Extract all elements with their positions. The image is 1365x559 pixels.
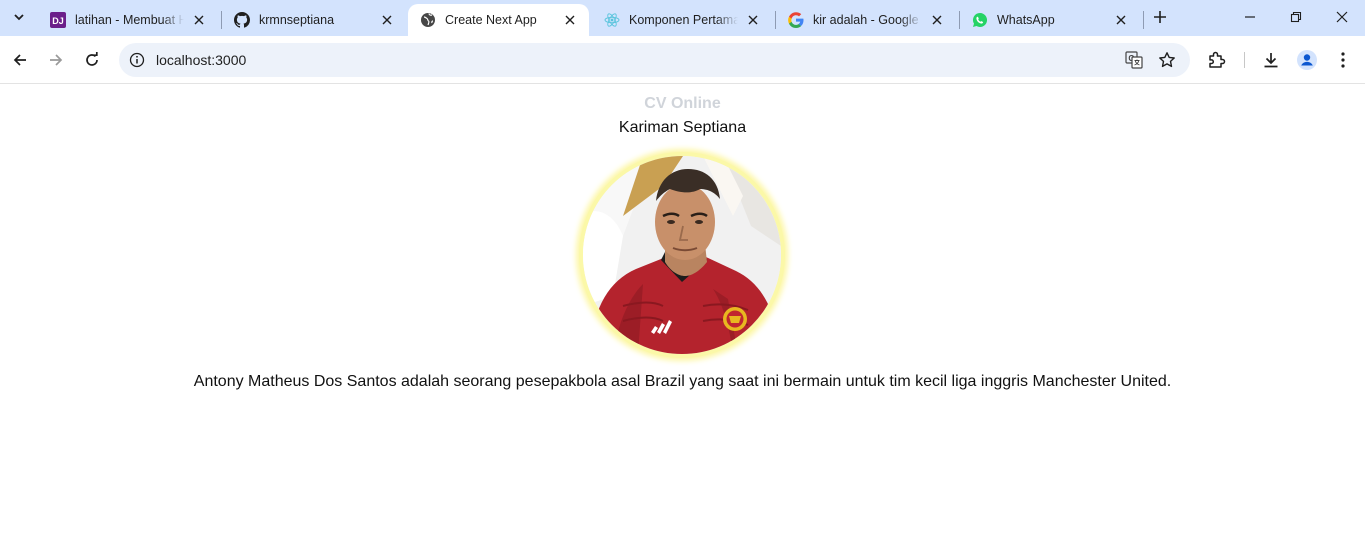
tab-whatsapp[interactable]: WhatsApp [960, 4, 1140, 36]
restore-icon [1290, 11, 1302, 23]
forward-button[interactable] [42, 46, 70, 74]
avatar-icon [1297, 50, 1317, 70]
minimize-icon [1245, 16, 1255, 18]
close-icon [1336, 11, 1348, 23]
download-icon [1264, 53, 1278, 68]
tab-google-search[interactable]: kir adalah - Google S [776, 4, 956, 36]
kebab-menu-icon [1341, 52, 1345, 68]
whatsapp-icon [972, 12, 988, 28]
tab-title: WhatsApp [997, 13, 1055, 27]
bookmark-star-icon[interactable] [1157, 50, 1177, 70]
tab-title: kir adalah - Google S [813, 13, 922, 27]
tab-search-button[interactable] [5, 4, 33, 30]
close-tab-icon[interactable] [190, 11, 208, 29]
browser-toolbar: localhost:3000 G [0, 36, 1365, 84]
close-tab-icon[interactable] [744, 11, 762, 29]
google-icon [788, 12, 804, 28]
reload-button[interactable] [78, 46, 106, 74]
address-bar[interactable]: localhost:3000 G [119, 43, 1190, 77]
puzzle-icon [1209, 51, 1226, 68]
reload-icon [86, 52, 98, 66]
tab-create-next-app[interactable]: Create Next App [408, 4, 589, 36]
extensions-button[interactable] [1205, 48, 1229, 72]
address-text[interactable]: localhost:3000 [156, 52, 246, 68]
new-tab-button[interactable] [1149, 6, 1171, 28]
close-tab-icon[interactable] [1112, 11, 1130, 29]
profile-description: Antony Matheus Dos Santos adalah seorang… [193, 373, 1172, 390]
plus-icon [1154, 11, 1166, 23]
arrow-left-icon [13, 54, 26, 66]
close-window-button[interactable] [1319, 0, 1365, 34]
svg-text:DJ: DJ [52, 16, 64, 26]
menu-button[interactable] [1331, 48, 1355, 72]
tab-title: krmnseptiana [259, 13, 335, 27]
restore-button[interactable] [1273, 0, 1319, 34]
tab-title: Komponen Pertama A [629, 13, 738, 27]
toolbar-separator [1244, 52, 1245, 68]
back-button[interactable] [6, 46, 34, 74]
arrow-right-icon [50, 54, 63, 66]
dj-icon: DJ [50, 12, 66, 28]
tab-komponen[interactable]: Komponen Pertama A [592, 4, 772, 36]
tab-strip: DJ latihan - Membuat He krmnseptiana Cre… [0, 0, 1365, 36]
profile-name: Kariman Septiana [618, 119, 747, 136]
page-content: CV Online Kariman Septiana Antony Matheu… [0, 85, 1365, 559]
github-icon [234, 12, 250, 28]
react-icon [604, 12, 620, 28]
page-title: CV Online [644, 95, 721, 112]
tab-title: latihan - Membuat He [75, 13, 184, 27]
tab-latihan[interactable]: DJ latihan - Membuat He [38, 4, 218, 36]
tab-title: Create Next App [445, 13, 537, 27]
downloads-button[interactable] [1259, 48, 1283, 72]
site-info-icon[interactable] [127, 50, 147, 70]
chevron-down-icon [14, 14, 24, 21]
tab-github[interactable]: krmnseptiana [222, 4, 406, 36]
translate-icon[interactable]: G [1124, 50, 1144, 70]
profile-button[interactable] [1295, 48, 1319, 72]
globe-icon [420, 12, 436, 28]
profile-photo [579, 152, 785, 358]
close-tab-icon[interactable] [561, 11, 579, 29]
minimize-button[interactable] [1227, 0, 1273, 34]
tab-separator [1143, 11, 1144, 29]
close-tab-icon[interactable] [928, 11, 946, 29]
close-tab-icon[interactable] [378, 11, 396, 29]
